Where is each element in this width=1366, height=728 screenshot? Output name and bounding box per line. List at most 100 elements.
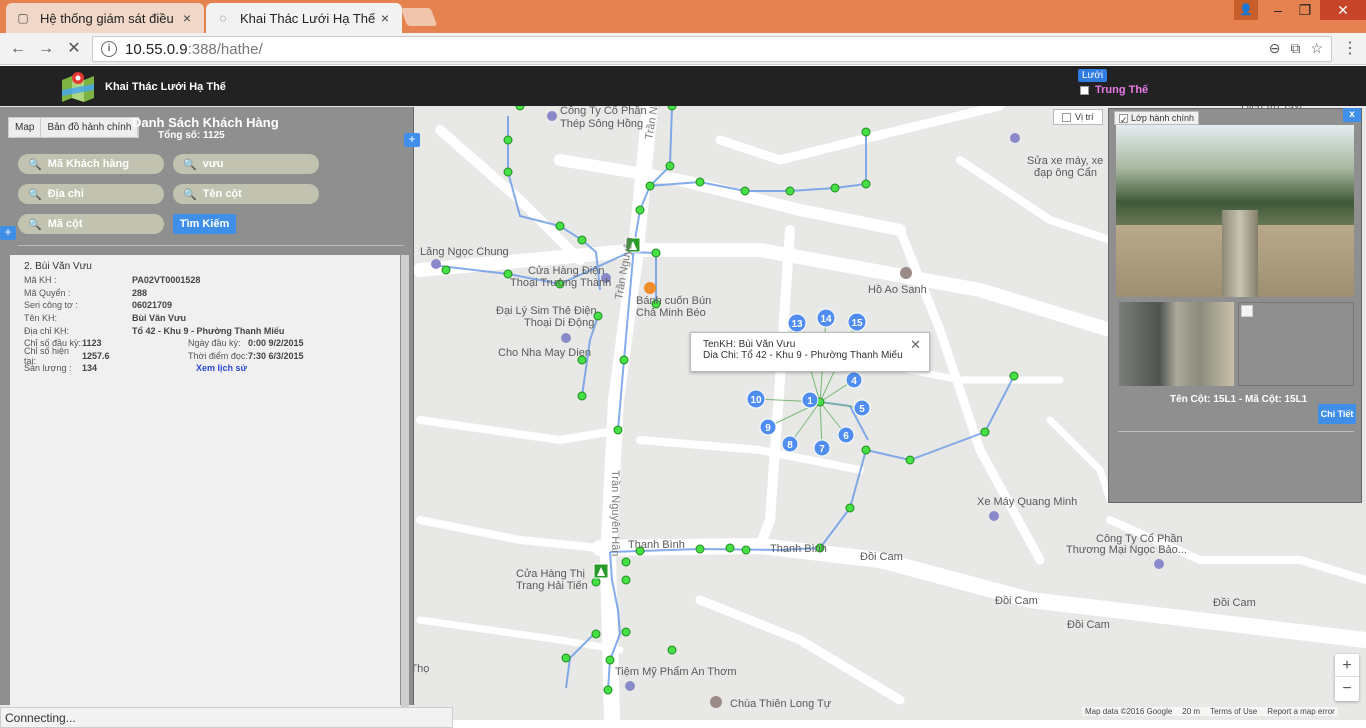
address-placeholder: Địa chỉ (47, 188, 84, 200)
admin-layer-toggle[interactable]: ✓ Lớp hành chính (1114, 111, 1199, 125)
tab-admin-map[interactable]: Bản đồ hành chính (41, 118, 139, 137)
popup-address: Dia Chi: Tổ 42 - Khu 9 - Phường Thanh Mi… (703, 350, 903, 361)
expand-panel-button[interactable]: + (404, 133, 420, 147)
map-place-label: Sửa xe máy, xe (1027, 155, 1103, 167)
tab-title: Hệ thống giám sát điều (40, 10, 174, 26)
map-place-label: Đồi Cam (1067, 619, 1110, 631)
field-value: PA02VT0001528 (132, 275, 201, 286)
admin-layer-label: Lớp hành chính (1131, 113, 1194, 123)
translate-icon[interactable]: ⧉ (1290, 40, 1300, 57)
zoom-icon[interactable]: ⊖ (1269, 40, 1281, 57)
report-link[interactable]: Report a map error (1267, 707, 1335, 716)
search-icon: 🔍 (183, 158, 197, 171)
bookmark-star-icon[interactable]: ☆ (1310, 40, 1323, 57)
layer-label: Trung Thế (1095, 84, 1149, 96)
url-path: :388/hathe/ (187, 40, 263, 58)
map-place-label: Đồi Cam (1213, 597, 1256, 609)
search-button[interactable]: Tìm Kiếm (173, 214, 236, 234)
browser-toolbar: ← → ✕ i 10.55.0.9:388/hathe/ ⊖ ⧉ ☆ ⋮ (0, 33, 1366, 65)
field-row: Mã Quyển : 288 (24, 287, 386, 300)
new-tab-button[interactable] (400, 8, 438, 26)
app-header: Khai Thác Lưới Hạ Thế (0, 66, 1366, 106)
checkbox[interactable] (1080, 85, 1089, 95)
terms-link[interactable]: Terms of Use (1210, 707, 1257, 716)
tab-giam-sat[interactable]: ▢ Hệ thống giám sát điều × (6, 3, 204, 33)
pole-photo-thumbnail[interactable] (1119, 302, 1234, 386)
cluster-9: 9 (765, 423, 771, 434)
zoom-in-button[interactable]: + (1335, 654, 1359, 677)
tab-map[interactable]: Map (9, 118, 42, 137)
zoom-out-button[interactable]: − (1335, 677, 1359, 700)
map-place-label: Hồ Ao Sanh (868, 284, 927, 296)
field-label: Mã KH : (24, 275, 57, 286)
location-toggle[interactable]: Vị trí (1053, 109, 1103, 125)
date-value: 0:00 9/2/2015 (248, 338, 304, 349)
map-place-label: Đại Lý Sim Thẻ Điện (496, 305, 597, 317)
window-close-button[interactable]: ✕ (1320, 0, 1366, 20)
layer-badge: Lưới (1078, 69, 1108, 82)
user-icon[interactable]: 👤 (1234, 0, 1258, 20)
cluster-4: 4 (851, 376, 857, 387)
field-value: Bùi Văn Vưu (132, 313, 187, 324)
expand-left-button[interactable]: + (0, 226, 16, 240)
date-label: Thời điểm đọc: (188, 350, 248, 361)
app-title: Khai Thác Lưới Hạ Thế (105, 81, 226, 93)
address-bar[interactable]: i 10.55.0.9:388/hathe/ ⊖ ⧉ ☆ (92, 36, 1332, 62)
map-place-label: Thương Mại Ngọc Bảo... (1066, 544, 1187, 556)
browser-menu-icon[interactable]: ⋮ (1340, 38, 1360, 60)
maximize-button[interactable]: ❐ (1291, 0, 1319, 20)
map-place-label: Đồi Cam (995, 595, 1038, 607)
photo-pole (1222, 210, 1258, 297)
field-row: Seri công tơ : 06021709 (24, 299, 386, 312)
layer-toggle-trung-the[interactable]: Trung Thế (1080, 84, 1148, 96)
map-place-label: Thanh Bình (628, 539, 685, 551)
map-place-label: Thép Sông Hồng (560, 118, 643, 130)
pole-label: Tên Cột: 15L1 - Mã Cột: 15L1 (1170, 394, 1308, 405)
pole-code-input[interactable]: 🔍 Mã cột (18, 214, 164, 234)
map-place-label: Chùa Thiên Long Tự (730, 698, 832, 710)
forward-button[interactable]: → (34, 38, 58, 60)
map-place-label: Đồi Cam (860, 551, 903, 563)
customer-name-input[interactable]: 🔍 vưu (173, 154, 319, 174)
map-logo-icon (62, 72, 94, 102)
field-label: Tên KH: (24, 313, 58, 324)
info-icon[interactable]: i (101, 41, 117, 57)
close-panel-button[interactable]: x (1343, 108, 1361, 122)
cluster-14: 14 (820, 314, 832, 325)
map-data-text: Map data ©2016 Google (1085, 707, 1173, 716)
scrollbar[interactable] (401, 255, 409, 728)
stop-loading-button[interactable]: ✕ (62, 38, 86, 60)
checkbox[interactable] (1062, 112, 1071, 122)
detail-button[interactable]: Chi Tiết (1318, 404, 1356, 424)
close-icon[interactable]: ✕ (910, 337, 921, 353)
close-icon[interactable]: × (180, 10, 194, 26)
field-value: Tổ 42 - Khu 9 - Phường Thanh Miếu (132, 325, 285, 336)
reading-row: Chỉ số hiện tại: 1257.6 Thời điểm đọc: 7… (24, 346, 386, 366)
minimize-button[interactable]: – (1264, 0, 1292, 20)
map-place-label: Chả Minh Béo (636, 307, 706, 319)
map-street-label: Trần Nguyên Hãn (609, 470, 621, 556)
search-icon: 🔍 (28, 158, 42, 171)
date-label: Ngày đầu kỳ: (188, 338, 241, 349)
view-history-link[interactable]: Xem lịch sử (196, 363, 247, 373)
cluster-1: 1 (807, 396, 813, 407)
cluster-10: 10 (750, 395, 762, 406)
checkbox[interactable]: ✓ (1119, 113, 1128, 125)
address-input[interactable]: 🔍 Địa chỉ (18, 184, 164, 204)
map-place-label: Thoại Trường Thành (510, 277, 611, 289)
map-place-label: đạp ông Cẩn (1034, 167, 1097, 179)
date-value: 7:30 6/3/2015 (248, 350, 304, 361)
popup-name: TenKH: Bùi Văn Vưu (703, 339, 796, 350)
location-label: Vị trí (1075, 112, 1094, 122)
back-button[interactable]: ← (6, 38, 30, 60)
close-icon[interactable]: × (378, 10, 392, 26)
total-value: 1125 (203, 130, 225, 141)
map-place-label: Thoại Di Động (524, 317, 594, 329)
pole-name-input[interactable]: 🔍 Tên cột (173, 184, 319, 204)
divider (1118, 431, 1354, 432)
map-place-label: Bánh cuốn Bún (636, 295, 711, 307)
pole-photo-thumbnail-broken[interactable] (1238, 302, 1354, 386)
tab-khai-thac[interactable]: ◌ Khai Thác Lưới Hạ Thế × (206, 3, 402, 33)
customer-code-input[interactable]: 🔍 Mã Khách hàng (18, 154, 164, 174)
map-place-label: Xe Máy Quang Minh (977, 496, 1077, 508)
